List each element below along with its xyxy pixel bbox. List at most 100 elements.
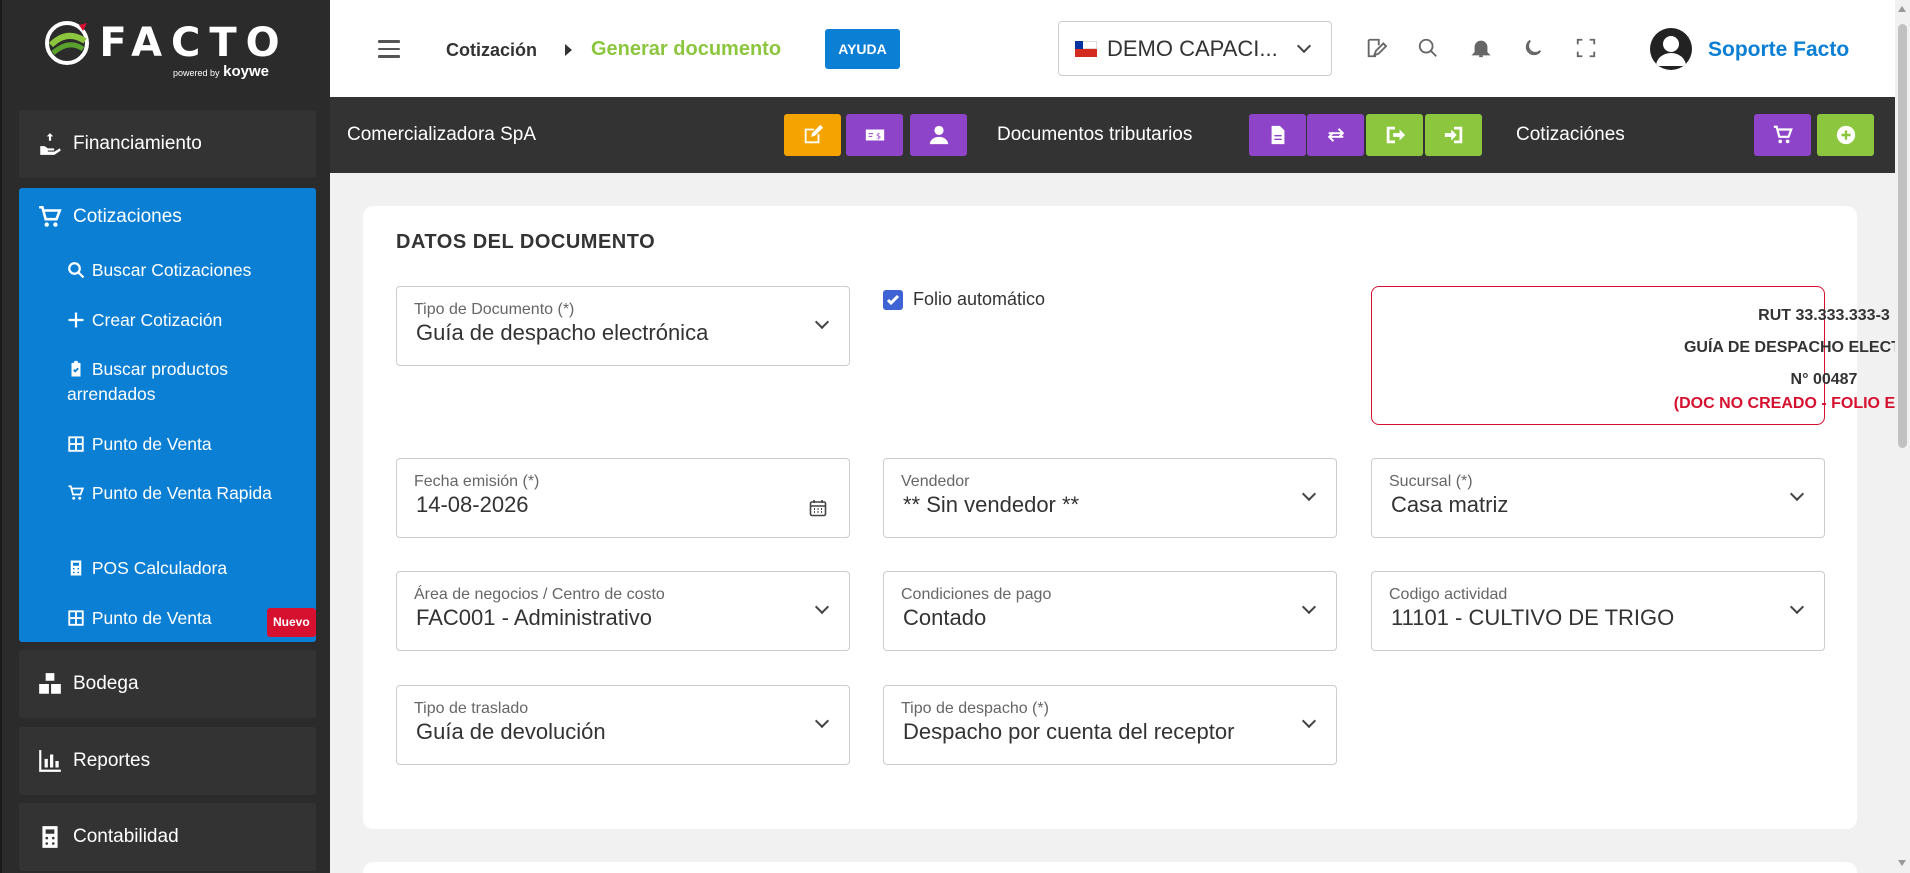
- sidebar-item-buscar-productos-arrendados[interactable]: Buscar productos arrendados: [67, 357, 307, 407]
- cart-plus-icon: [68, 485, 85, 500]
- nav-reportes[interactable]: Reportes: [19, 727, 316, 795]
- facto-swirl-icon: [45, 20, 90, 65]
- calculator-icon: [70, 560, 82, 576]
- svg-text:$: $: [875, 131, 880, 141]
- sign-out-icon: [1386, 126, 1405, 144]
- breadcrumb-current: Generar documento: [591, 38, 782, 60]
- boxes-icon: [39, 673, 61, 694]
- doc-status-text: (DOC NO CREADO - FOLIO ESTIMADO): [1673, 395, 1910, 412]
- money-bill-icon: $: [865, 129, 884, 141]
- checkbox-checked-icon: [883, 289, 903, 310]
- quotes-label: Cotizaciónes: [1516, 124, 1625, 145]
- breadcrumb-arrow-icon: [565, 44, 572, 56]
- folio-automatico-checkbox[interactable]: Folio automático: [883, 289, 1045, 310]
- file-icon: [1271, 125, 1284, 145]
- tax-docs-label: Documentos tributarios: [997, 124, 1193, 145]
- nav-financiamiento[interactable]: Financiamiento: [19, 110, 316, 178]
- tipo-despacho-select[interactable]: Tipo de despacho (*) Despacho por cuenta…: [883, 685, 1337, 765]
- vendedor-select[interactable]: Vendedor ** Sin vendedor **: [883, 458, 1337, 538]
- action-bar: Comercializadora SpA $ Documentos tribut…: [330, 97, 1895, 173]
- scroll-up-icon[interactable]: [1898, 6, 1906, 12]
- doc-number-text: N° 00487: [1790, 371, 1858, 388]
- powered-by: powered by koywe: [172, 62, 269, 80]
- chevron-down-icon: [1296, 38, 1312, 54]
- nav-contabilidad[interactable]: Contabilidad: [19, 803, 316, 871]
- chevron-down-icon: [814, 713, 830, 729]
- search-icon: [68, 262, 85, 279]
- chevron-down-icon: [1301, 599, 1317, 615]
- company-name: Comercializadora SpA: [347, 124, 537, 145]
- exchange-button[interactable]: [1307, 114, 1364, 156]
- edit-icon: [804, 124, 823, 144]
- cart-icon: [39, 205, 62, 227]
- scrollbar-thumb[interactable]: [1898, 24, 1907, 448]
- user-name[interactable]: Soporte Facto: [1708, 38, 1849, 62]
- fecha-emision-field[interactable]: Fecha emisión (*) 14-08-2026: [396, 458, 850, 538]
- export-button[interactable]: [1366, 114, 1423, 156]
- billing-button[interactable]: $: [846, 114, 903, 156]
- help-button[interactable]: AYUDA: [825, 29, 900, 69]
- breadcrumb-parent[interactable]: Cotización: [446, 40, 537, 61]
- avatar[interactable]: [1650, 28, 1692, 70]
- sidebar-item-punto-de-venta-nuevo[interactable]: Punto de Venta Nuevo: [67, 606, 316, 637]
- user-icon: [929, 125, 948, 145]
- sucursal-select[interactable]: Sucursal (*) Casa matriz: [1371, 458, 1825, 538]
- quotes-cart-button[interactable]: [1754, 114, 1811, 156]
- sidebar-item-punto-de-venta[interactable]: Punto de Venta: [67, 432, 307, 457]
- menu-toggle-icon[interactable]: [378, 40, 400, 63]
- chile-flag-icon: [1075, 40, 1097, 57]
- cart-icon: [1773, 125, 1793, 144]
- chevron-down-icon: [1789, 599, 1805, 615]
- nav-bodega[interactable]: Bodega: [19, 650, 316, 718]
- nav-cotizaciones-group: Cotizaciones Buscar Cotizaciones Crear C…: [19, 188, 316, 642]
- scroll-down-icon[interactable]: [1898, 860, 1906, 866]
- facto-logo[interactable]: FACTO powered by koywe: [2, 0, 330, 98]
- exchange-icon: [1327, 128, 1344, 142]
- codigo-actividad-select[interactable]: Codigo actividad 11101 - CULTIVO DE TRIG…: [1371, 571, 1825, 651]
- company-select[interactable]: DEMO CAPACI...: [1058, 21, 1332, 76]
- sidebar-item-pos-calculadora[interactable]: POS Calculadora: [67, 556, 307, 581]
- add-quote-button[interactable]: [1817, 114, 1874, 156]
- grid-icon: [68, 436, 84, 452]
- calendar-icon[interactable]: [809, 499, 827, 517]
- condiciones-pago-select[interactable]: Condiciones de pago Contado: [883, 571, 1337, 651]
- sidebar-item-crear-cotizacion[interactable]: Crear Cotización: [67, 308, 307, 333]
- new-badge: Nuevo: [267, 608, 316, 637]
- client-button[interactable]: [910, 114, 967, 156]
- logo-text: FACTO: [99, 19, 289, 66]
- sidebar-item-buscar-cotizaciones[interactable]: Buscar Cotizaciones: [67, 258, 307, 283]
- sidebar-item-punto-de-venta-rapida[interactable]: Punto de Venta Rapida: [67, 481, 307, 506]
- grid-icon: [68, 610, 84, 626]
- tipo-documento-select[interactable]: Tipo de Documento (*) Guía de despacho e…: [396, 286, 850, 366]
- doc-type-text: GUÍA DE DESPACHO ELECTRÓNICA: [1683, 339, 1910, 356]
- chevron-down-icon: [1789, 486, 1805, 502]
- chevron-down-icon: [814, 599, 830, 615]
- dark-mode-icon[interactable]: [1522, 37, 1544, 59]
- bell-icon[interactable]: [1470, 37, 1492, 59]
- nav-cotizaciones[interactable]: Cotizaciones: [19, 204, 182, 230]
- sign-in-icon: [1444, 126, 1462, 144]
- calculator-icon: [42, 826, 58, 848]
- clipboard-check-icon: [71, 360, 81, 377]
- top-header: Cotización Generar documento AYUDA DEMO …: [330, 0, 1895, 97]
- hand-money-icon: [40, 133, 61, 155]
- fullscreen-icon[interactable]: [1575, 37, 1597, 59]
- import-button[interactable]: [1425, 114, 1482, 156]
- document-data-card: DATOS DEL DOCUMENTO Tipo de Documento (*…: [363, 206, 1910, 829]
- sidebar: FACTO powered by koywe Financiamiento Co…: [0, 0, 330, 873]
- next-section-card: [363, 862, 1857, 873]
- chevron-down-icon: [1301, 713, 1317, 729]
- bar-chart-icon: [39, 750, 61, 772]
- tax-document-button[interactable]: [1249, 114, 1306, 156]
- edit-button[interactable]: [784, 114, 841, 156]
- tipo-traslado-select[interactable]: Tipo de traslado Guía de devolución: [396, 685, 850, 765]
- chevron-down-icon: [1301, 486, 1317, 502]
- chevron-down-icon: [814, 314, 830, 330]
- area-negocios-select[interactable]: Área de negocios / Centro de costo FAC00…: [396, 571, 850, 651]
- plus-circle-icon: [1836, 125, 1855, 145]
- search-icon[interactable]: [1417, 37, 1439, 59]
- edit-document-icon[interactable]: [1365, 37, 1387, 59]
- rut-text: RUT 33.333.333-3: [1758, 307, 1890, 324]
- plus-icon: [68, 312, 84, 328]
- rut-info-box: RUT 33.333.333-3 GUÍA DE DESPACHO ELECTR…: [1371, 286, 1910, 425]
